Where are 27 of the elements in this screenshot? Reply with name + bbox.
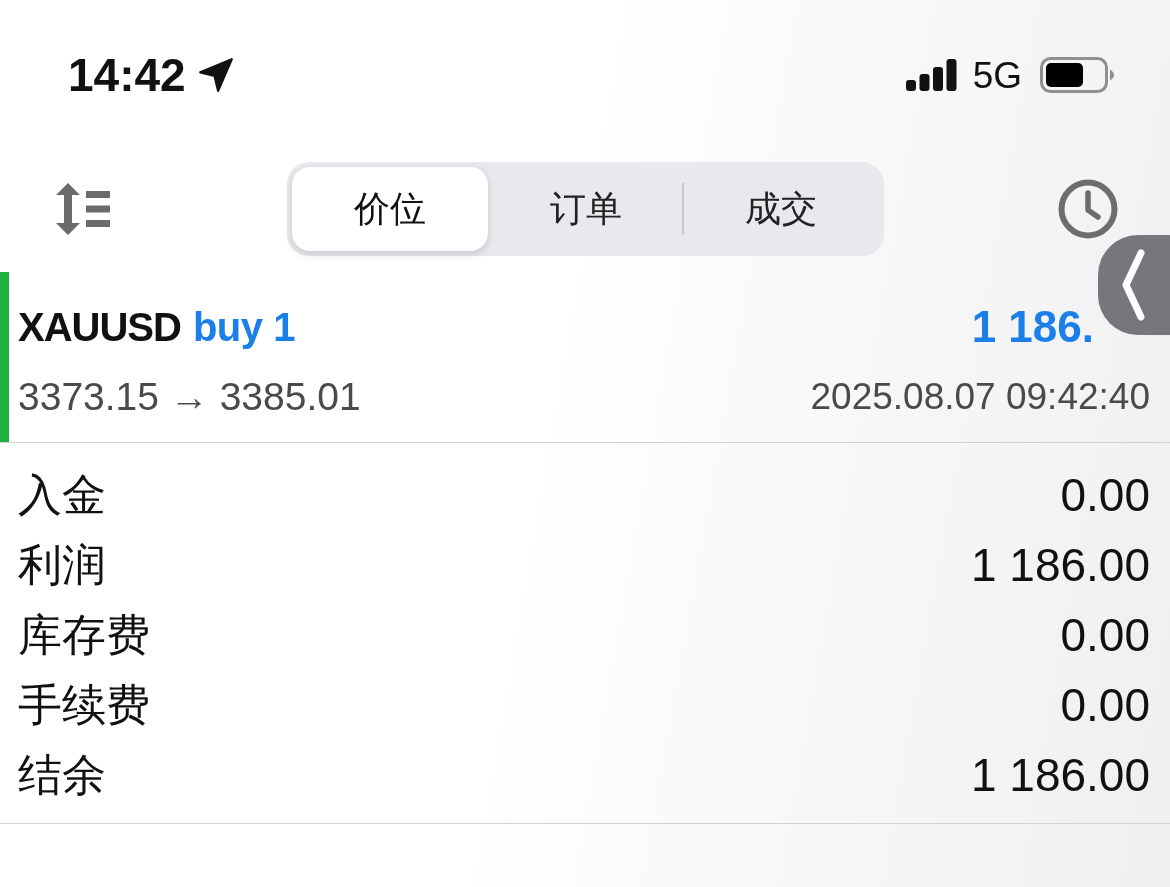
side-panel-handle[interactable] bbox=[1098, 235, 1170, 335]
sort-icon[interactable] bbox=[55, 183, 111, 235]
summary-label: 入金 bbox=[18, 473, 106, 517]
summary-label: 手续费 bbox=[18, 683, 150, 727]
status-time: 14:42 bbox=[68, 52, 186, 98]
deal-time: 2025.08.07 09:42:40 bbox=[810, 377, 1150, 415]
summary-value: 0.00 bbox=[1060, 682, 1150, 728]
location-arrow-icon bbox=[197, 57, 234, 93]
summary-value: 0.00 bbox=[1060, 612, 1150, 658]
network-type: 5G bbox=[972, 56, 1022, 94]
segment-tab[interactable]: 订单 bbox=[487, 167, 684, 251]
summary-value: 1 186.00 bbox=[970, 752, 1150, 798]
summary-value: 0.00 bbox=[1060, 472, 1150, 518]
summary-label: 库存费 bbox=[18, 613, 150, 657]
battery-icon bbox=[1040, 57, 1114, 93]
profit-value: 1 186. bbox=[971, 305, 1094, 349]
summary-label: 利润 bbox=[18, 543, 106, 587]
trade-side-text: buy 1 bbox=[192, 307, 295, 347]
symbol-text: XAUUSD bbox=[18, 307, 181, 347]
price-range-text: 3373.15 → 3385.01 bbox=[18, 376, 361, 416]
segment-tab[interactable]: 成交 bbox=[683, 167, 879, 251]
segment-tab[interactable]: 价位 bbox=[292, 167, 488, 251]
signal-bars-icon bbox=[905, 59, 957, 91]
chevron-left-icon bbox=[1121, 249, 1147, 321]
clock-icon[interactable] bbox=[1058, 179, 1118, 239]
summary-value: 1 186.00 bbox=[970, 542, 1150, 588]
summary-label: 结余 bbox=[18, 753, 106, 797]
